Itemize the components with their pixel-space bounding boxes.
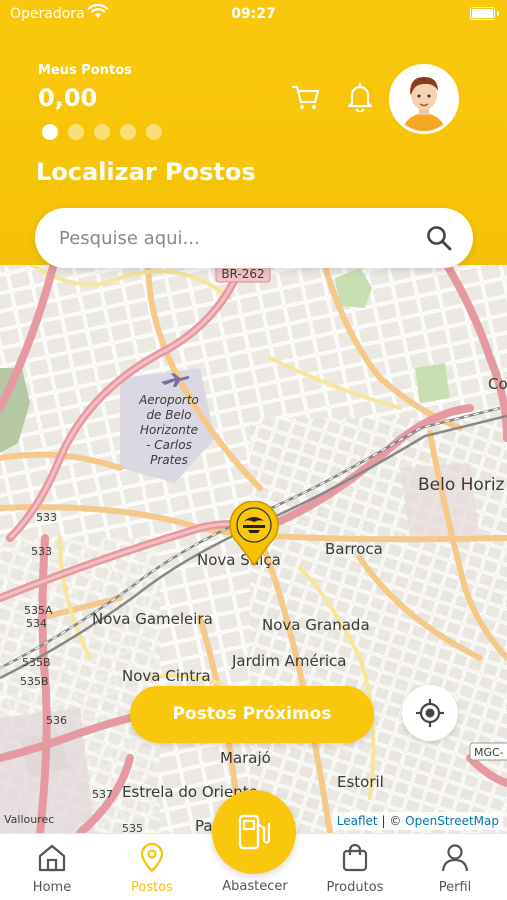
carousel-dot-5[interactable] (146, 124, 162, 140)
map-label-airport-2: de Belo (146, 408, 191, 422)
nav-home[interactable]: Home (7, 834, 97, 900)
points-carousel-dots[interactable] (42, 124, 162, 140)
map-attribution: Leaflet | © OpenStreetMap (332, 812, 503, 830)
nav-perfil-label: Perfil (438, 880, 472, 895)
locate-me-button[interactable] (402, 685, 458, 741)
carousel-dot-1[interactable] (42, 124, 58, 140)
gas-station-marker[interactable] (226, 501, 282, 567)
road-label-533-2: 533 (31, 545, 52, 558)
nav-abastecer-label: Abastecer (222, 879, 288, 894)
status-bar: Operadora 09:27 (0, 0, 507, 30)
map-label-airport-1: Aeroporto (138, 393, 199, 407)
map-label-airport-3: Horizonte (140, 423, 198, 437)
map-label-belo-horizonte: Belo Horiz (418, 475, 505, 495)
road-label-535b: 535B (22, 656, 51, 669)
map-label-pa: Pa (195, 817, 213, 833)
map-label-barroca: Barroca (325, 540, 383, 558)
bell-icon[interactable] (346, 82, 374, 112)
shopping-bag-icon (342, 843, 368, 872)
map-label-nova-gameleira: Nova Gameleira (92, 610, 213, 628)
leaflet-link[interactable]: Leaflet (337, 814, 378, 828)
map-label-nova-granada: Nova Granada (262, 616, 370, 634)
map-label-estoril: Estoril (337, 773, 384, 791)
road-label-536: 536 (46, 714, 67, 727)
map-label-airport-5: Prates (150, 453, 188, 467)
search-icon[interactable] (425, 224, 453, 252)
home-icon (38, 844, 66, 872)
location-pin-icon (140, 842, 164, 873)
road-label-535: 535 (122, 822, 143, 833)
map-label-mgc: MGC- (474, 746, 504, 759)
page-title: Localizar Postos (36, 158, 256, 186)
search-input[interactable] (59, 222, 419, 254)
carousel-dot-4[interactable] (120, 124, 136, 140)
avatar[interactable] (389, 64, 459, 134)
battery-tip (497, 11, 499, 16)
nearby-stations-button[interactable]: Postos Próximos (130, 686, 374, 743)
map-label-vallourec: Vallourec (4, 813, 54, 826)
map-label-marajo: Marajó (220, 749, 271, 767)
refuel-fab-button[interactable] (212, 790, 296, 874)
carousel-dot-3[interactable] (94, 124, 110, 140)
user-avatar-icon (392, 67, 456, 131)
road-label-535a: 535A (24, 604, 53, 617)
nav-produtos[interactable]: Produtos (310, 834, 400, 900)
road-label-534: 534 (26, 617, 47, 630)
nav-home-label: Home (32, 880, 72, 895)
fuel-pump-icon (238, 814, 271, 850)
road-label-537: 537 (92, 788, 113, 801)
nav-postos-label: Postos (131, 880, 173, 895)
attribution-separator: | © (381, 814, 402, 828)
crosshair-icon (416, 699, 444, 727)
points-label: Meus Pontos (38, 63, 132, 78)
nav-postos[interactable]: Postos (107, 834, 197, 900)
user-icon (441, 844, 469, 872)
status-time: 09:27 (231, 6, 276, 22)
map-label-nova-cintra: Nova Cintra (122, 667, 211, 685)
cart-icon[interactable] (291, 82, 321, 112)
map-label-co: Co (488, 375, 507, 393)
search-bar[interactable] (35, 208, 473, 268)
carousel-dot-2[interactable] (68, 124, 84, 140)
map-label-br262: BR-262 (221, 267, 264, 281)
map-label-jardim-america: Jardim América (231, 652, 346, 670)
map-label-airport-4: - Carlos (146, 438, 192, 452)
points-value: 0,00 (38, 84, 98, 112)
osm-link[interactable]: OpenStreetMap (405, 814, 499, 828)
road-label-533: 533 (36, 511, 57, 524)
road-label-535b-2: 535B (20, 675, 49, 688)
nav-produtos-label: Produtos (326, 880, 384, 895)
nav-perfil[interactable]: Perfil (410, 834, 500, 900)
battery-icon (470, 7, 495, 20)
